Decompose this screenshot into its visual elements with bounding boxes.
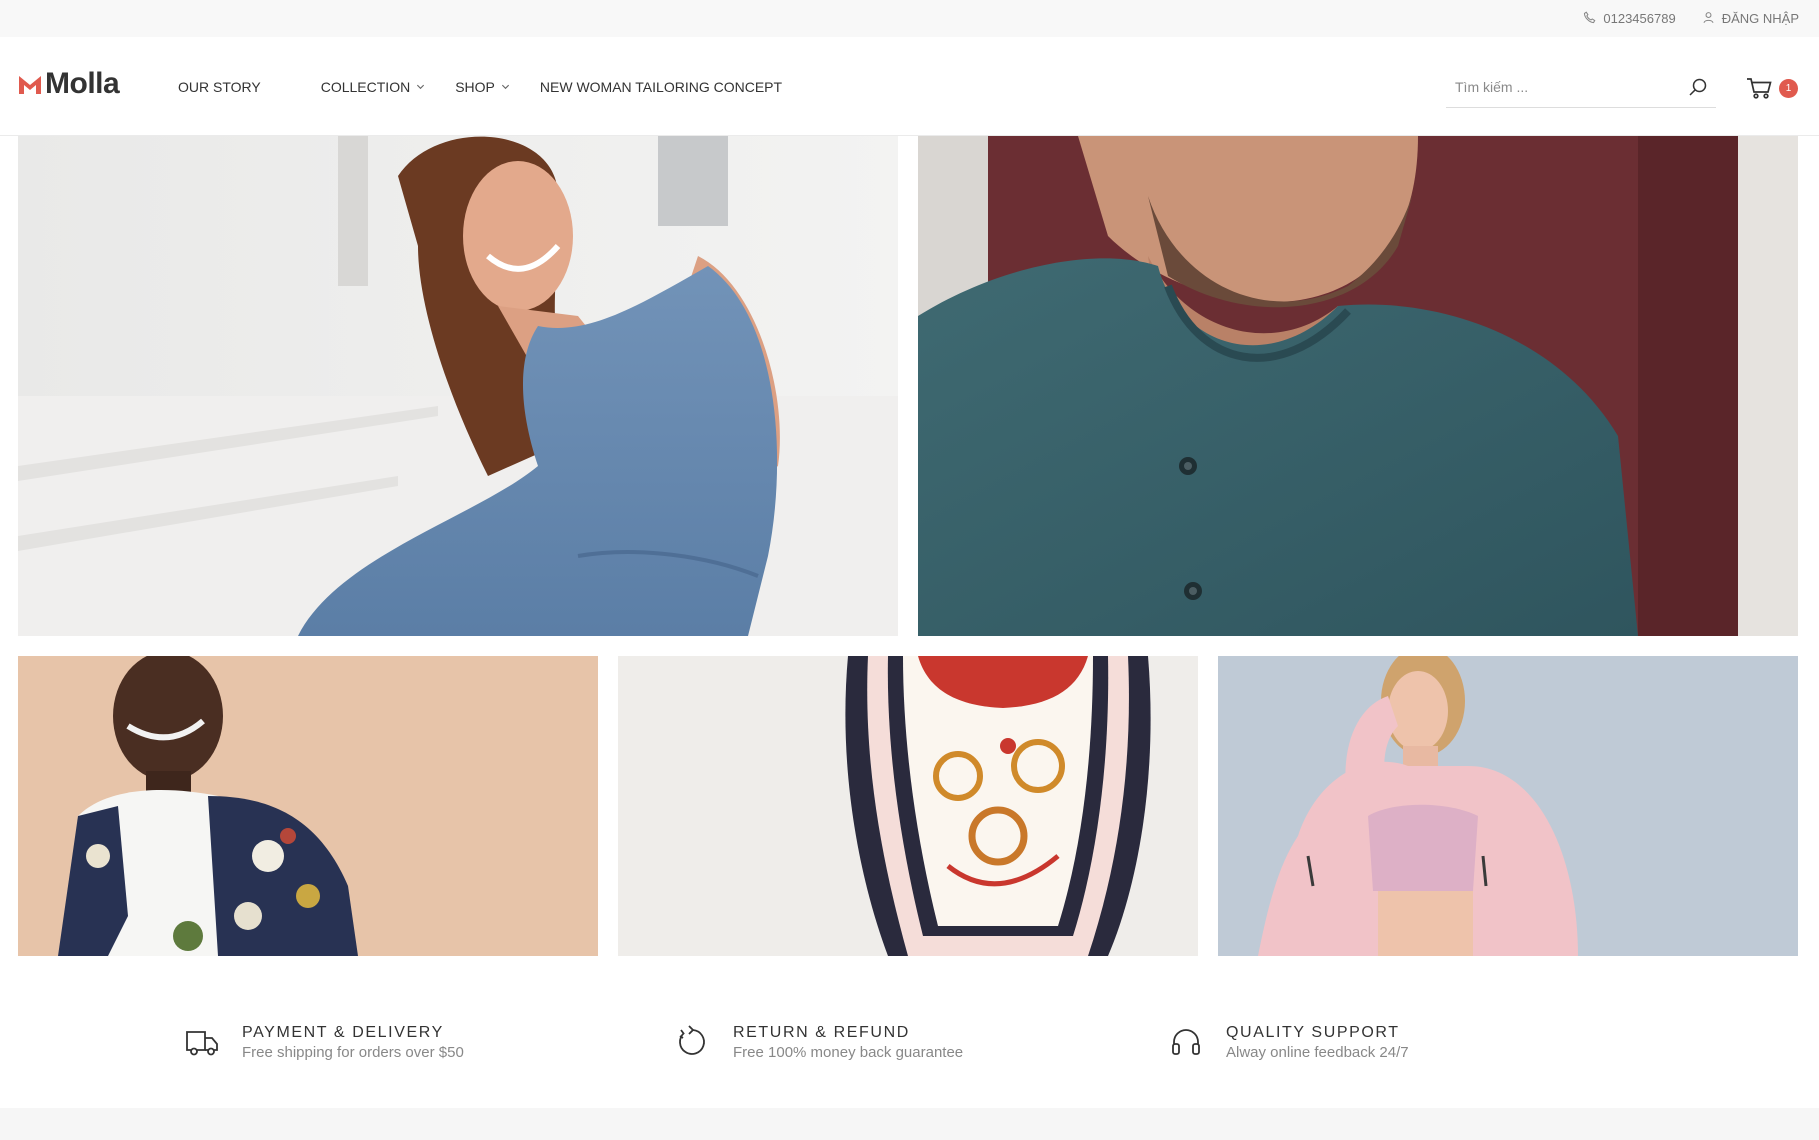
- feature-desc: Free 100% money back guarantee: [733, 1044, 964, 1061]
- chevron-down-icon: [501, 84, 509, 90]
- logo[interactable]: Molla: [18, 67, 120, 101]
- top-bar-links: 0123456789 ĐĂNG NHẬP: [1583, 0, 1799, 37]
- feature-payment-delivery: PAYMENT & DELIVERY Free shipping for ord…: [184, 1022, 464, 1061]
- refund-icon: [675, 1024, 711, 1060]
- login-link[interactable]: ĐĂNG NHẬP: [1702, 11, 1799, 27]
- footer-strip: [0, 1108, 1819, 1140]
- search-input[interactable]: [1446, 79, 1666, 95]
- nav-shop[interactable]: SHOP: [455, 79, 510, 95]
- main-nav: OUR STORY COLLECTION SHOP NEW WOMAN TAIL…: [178, 37, 812, 136]
- login-label: ĐĂNG NHẬP: [1721, 11, 1799, 26]
- feature-support-text: QUALITY SUPPORT Alway online feedback 24…: [1226, 1022, 1409, 1061]
- banner-woman-pink[interactable]: [1218, 656, 1798, 956]
- main-header: Molla OUR STORY COLLECTION SHOP NEW WOMA…: [0, 37, 1819, 136]
- feature-desc: Free shipping for orders over $50: [242, 1044, 464, 1061]
- headphones-icon: [1168, 1024, 1204, 1060]
- nav-tailoring-label: NEW WOMAN TAILORING CONCEPT: [539, 78, 783, 95]
- nav-tailoring[interactable]: NEW WOMAN TAILORING CONCEPT: [540, 79, 782, 95]
- feature-return-text: RETURN & REFUND Free 100% money back gua…: [733, 1022, 963, 1061]
- features-section: PAYMENT & DELIVERY Free shipping for ord…: [0, 1010, 1819, 1080]
- man-floral-image: [18, 656, 598, 956]
- feature-title: PAYMENT & DELIVERY: [242, 1024, 444, 1041]
- cart-count-badge: 1: [1779, 79, 1798, 98]
- nav-our-story-label: OUR STORY: [178, 78, 261, 95]
- scarf-image: [618, 656, 1198, 956]
- cart-button[interactable]: 1: [1746, 73, 1802, 103]
- feature-return-refund: RETURN & REFUND Free 100% money back gua…: [675, 1022, 963, 1061]
- banner-man-floral[interactable]: [18, 656, 598, 956]
- nav-shop-label: SHOP: [455, 78, 495, 95]
- nav-our-story[interactable]: OUR STORY: [178, 79, 261, 95]
- truck-icon: [184, 1024, 220, 1060]
- cart-icon: [1747, 78, 1772, 99]
- feature-desc: Alway online feedback 24/7: [1226, 1044, 1409, 1061]
- man-henley-image: [918, 136, 1798, 636]
- search-box: [1446, 67, 1716, 108]
- feature-title: RETURN & REFUND: [733, 1024, 910, 1041]
- search-icon[interactable]: [1688, 77, 1708, 97]
- logo-text: Molla: [45, 67, 120, 100]
- feature-title: QUALITY SUPPORT: [1226, 1024, 1400, 1041]
- user-icon: [1702, 11, 1715, 27]
- nav-collection[interactable]: COLLECTION: [321, 79, 425, 95]
- chevron-down-icon: [417, 84, 425, 90]
- banner-man-henley[interactable]: [918, 136, 1798, 636]
- phone-link[interactable]: 0123456789: [1583, 10, 1676, 27]
- logo-mark-icon: [19, 76, 41, 94]
- woman-denim-image: [18, 136, 898, 636]
- nav-collection-label: COLLECTION: [320, 78, 411, 95]
- banner-scarf[interactable]: [618, 656, 1198, 956]
- feature-quality-support: QUALITY SUPPORT Alway online feedback 24…: [1168, 1022, 1409, 1061]
- phone-icon: [1583, 10, 1596, 27]
- top-bar: 0123456789 ĐĂNG NHẬP: [0, 0, 1819, 37]
- banner-woman-denim[interactable]: [18, 136, 898, 636]
- feature-payment-text: PAYMENT & DELIVERY Free shipping for ord…: [242, 1022, 464, 1061]
- woman-pink-image: [1218, 656, 1798, 956]
- phone-number: 0123456789: [1603, 11, 1676, 26]
